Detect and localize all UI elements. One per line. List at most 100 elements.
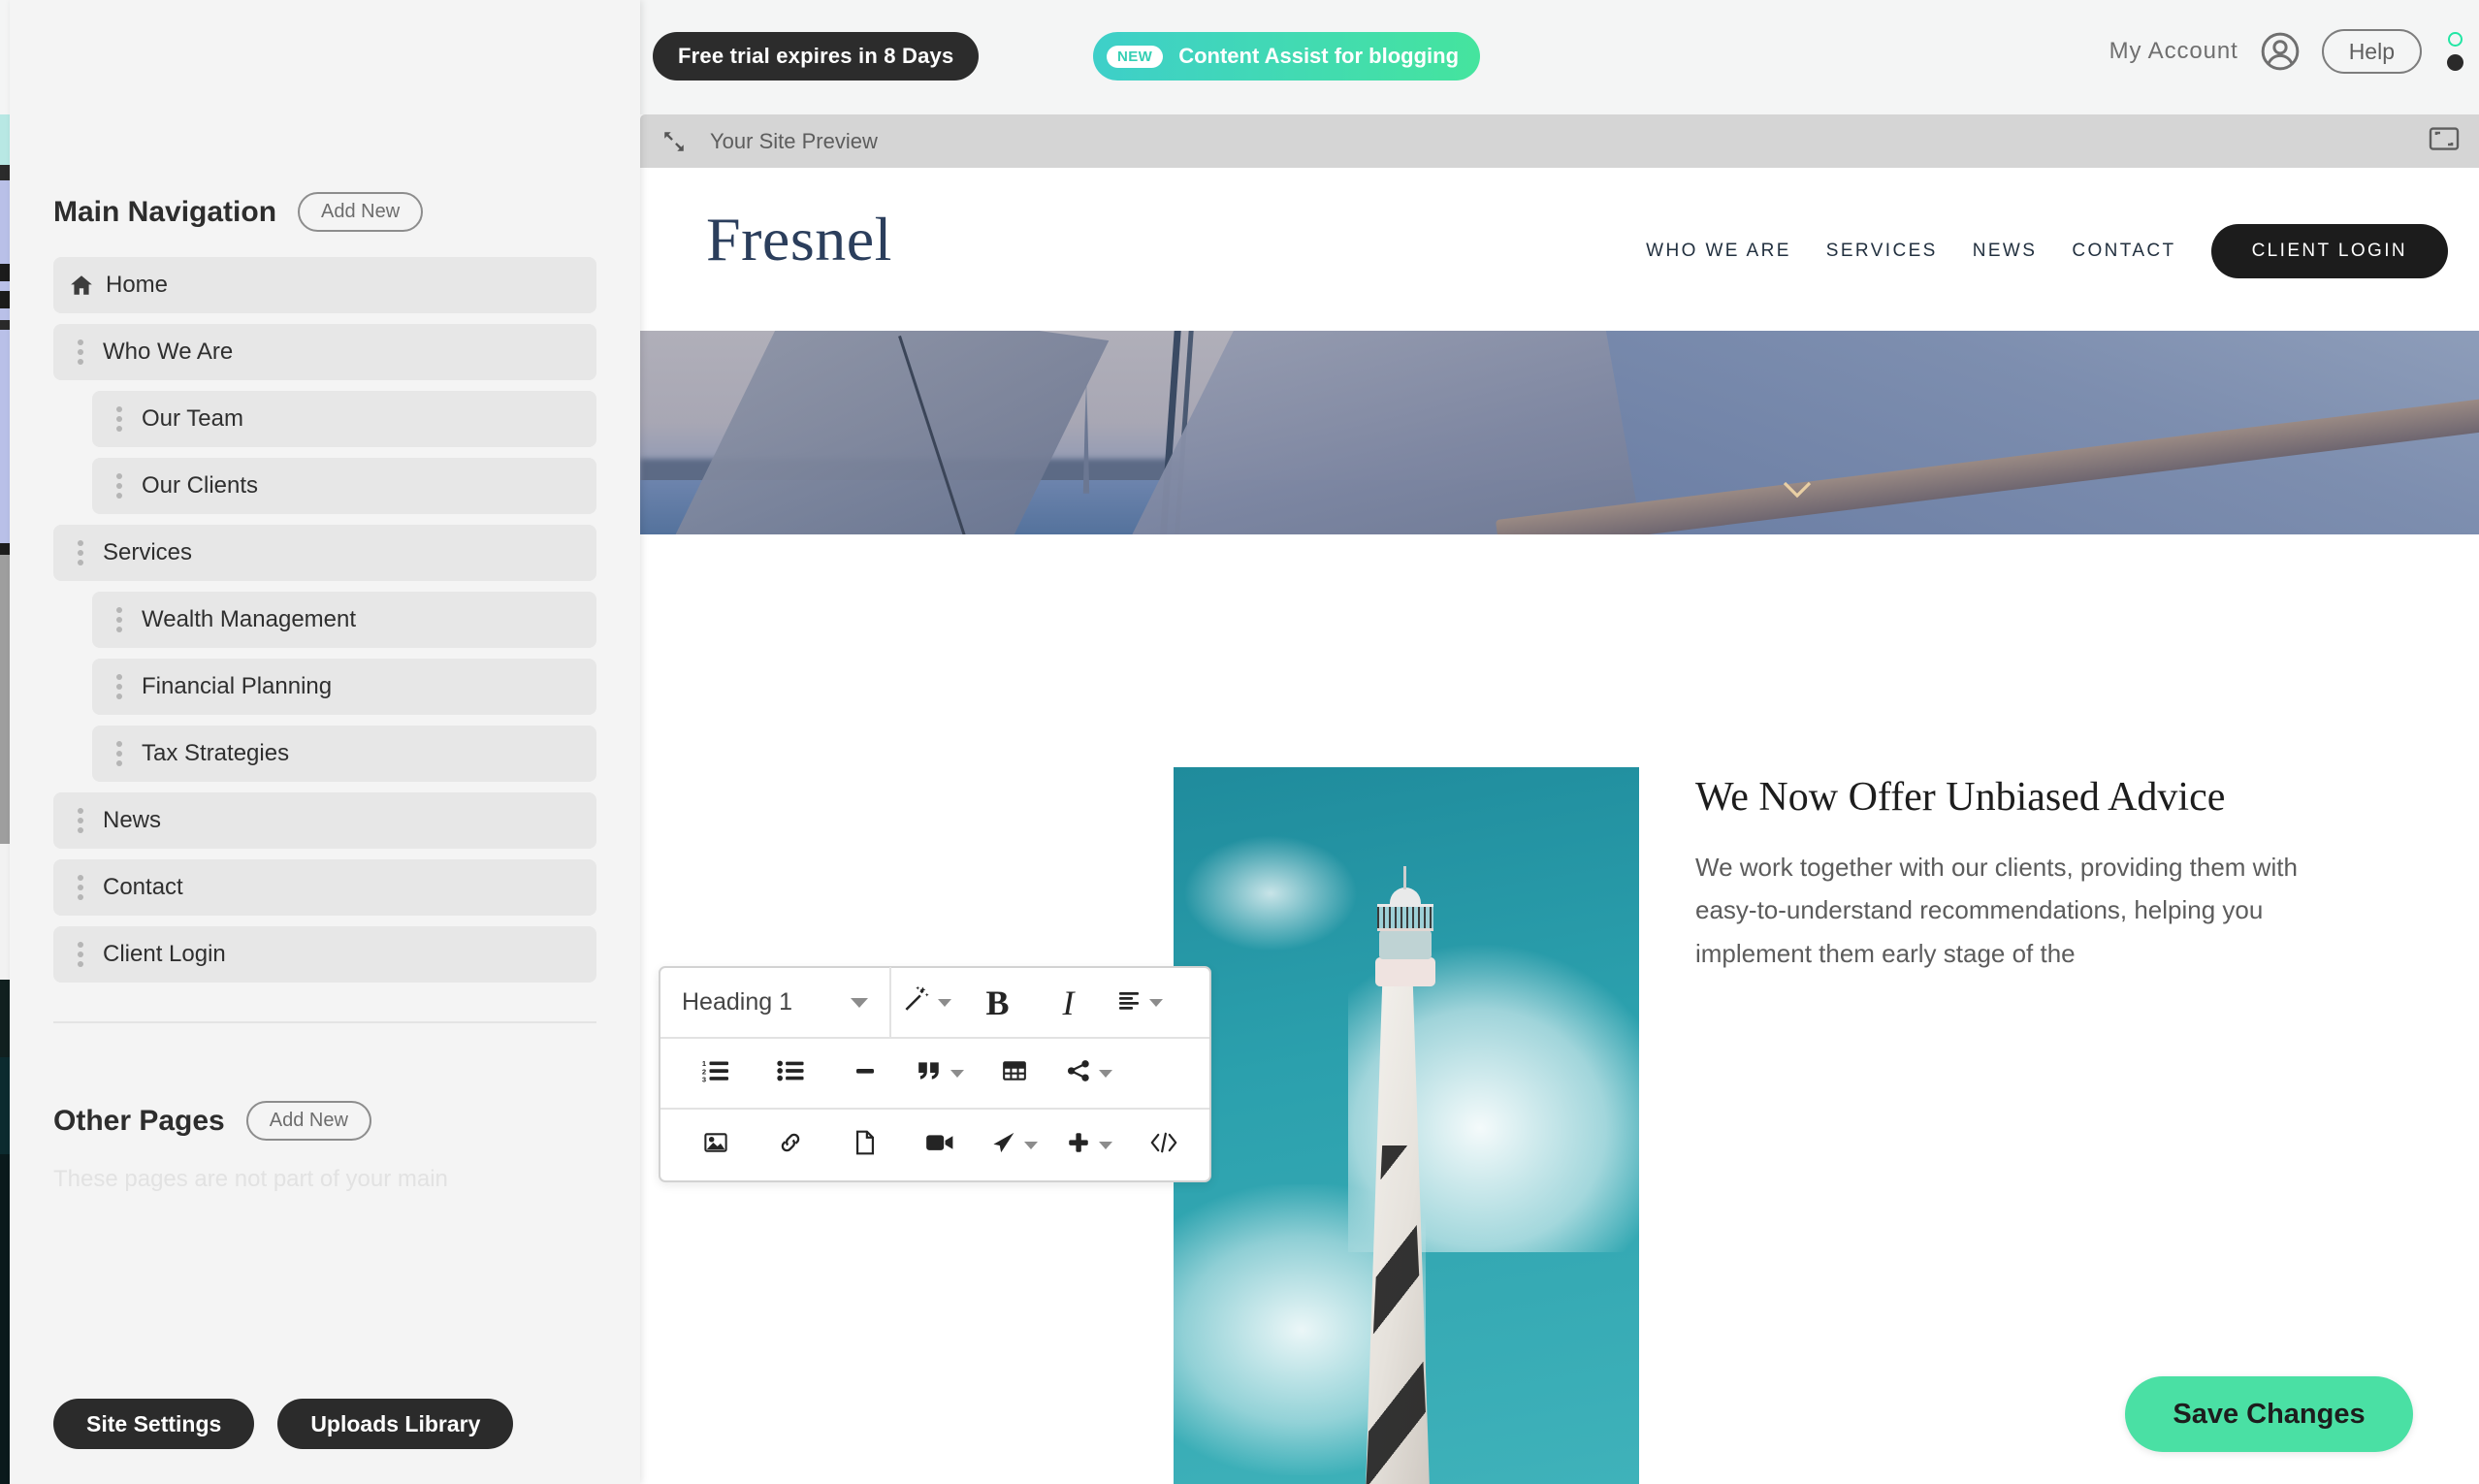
site-nav-link-services[interactable]: SERVICES (1809, 241, 1955, 262)
magic-wand-button[interactable] (891, 967, 962, 1038)
lighthouse-gallery-upper (1379, 930, 1432, 959)
preview-toolbar: Your Site Preview (640, 114, 2479, 168)
save-changes-button[interactable]: Save Changes (2125, 1376, 2413, 1452)
heading-style-select[interactable]: Heading 1 (660, 967, 891, 1038)
drag-handle-icon[interactable] (105, 406, 134, 432)
site-header: Fresnel WHO WE ARE SERVICES NEWS CONTACT CLI… (640, 168, 2479, 331)
align-left-icon (1115, 988, 1143, 1016)
chevron-down-icon (938, 998, 951, 1007)
lighthouse-railing (1377, 904, 1433, 931)
insert-image-button[interactable] (680, 1110, 751, 1180)
client-login-button[interactable]: CLIENT LOGIN (2210, 224, 2448, 278)
drag-handle-icon[interactable] (105, 473, 134, 499)
image-icon (702, 1130, 729, 1160)
lighthouse-image[interactable] (1174, 767, 1639, 1484)
chevron-down-icon[interactable] (1783, 481, 1812, 499)
insert-more-button[interactable] (1053, 1110, 1124, 1180)
horizontal-rule-button[interactable] (829, 1038, 900, 1109)
sidebar-item-our-clients[interactable]: Our Clients (92, 458, 596, 514)
drag-handle-icon[interactable] (105, 741, 134, 766)
my-account-label[interactable]: My Account (2109, 38, 2238, 65)
bullet-list-button[interactable] (755, 1038, 825, 1109)
send-button[interactable] (979, 1110, 1049, 1180)
drag-handle-icon[interactable] (66, 339, 95, 365)
sidebar-item-label: Financial Planning (142, 673, 333, 699)
sidebar-item-label: Our Team (142, 405, 243, 432)
site-nav-link-news[interactable]: NEWS (1955, 241, 2055, 262)
toolbar-row-formatting: Heading 1 B I (660, 967, 1209, 1039)
add-new-main-nav-button[interactable]: Add New (298, 192, 424, 232)
section-heading[interactable]: We Now Offer Unbiased Advice (1695, 772, 2355, 824)
content-assist-promo-banner[interactable]: NEW Content Assist for blogging (1093, 32, 1481, 81)
sidebar-item-wealth-management[interactable]: Wealth Management (92, 592, 596, 648)
sidebar-divider (53, 1021, 596, 1023)
sidebar-item-client-login[interactable]: Client Login (53, 926, 596, 983)
insert-link-button[interactable] (755, 1110, 825, 1180)
sidebar-item-our-team[interactable]: Our Team (92, 391, 596, 447)
fullscreen-icon[interactable] (2429, 126, 2460, 156)
free-trial-badge[interactable]: Free trial expires in 8 Days (653, 32, 980, 81)
site-nav-link-who-we-are[interactable]: WHO WE ARE (1628, 241, 1809, 262)
source-code-button[interactable] (1128, 1110, 1199, 1180)
table-button[interactable] (979, 1038, 1049, 1109)
status-dot-icon (2447, 54, 2463, 71)
drag-handle-icon[interactable] (66, 540, 95, 565)
sidebar-footer-actions: Site Settings Uploads Library (53, 1399, 514, 1449)
sidebar-item-who-we-are[interactable]: Who We Are (53, 324, 596, 380)
section-paragraph[interactable]: We work together with our clients, provi… (1695, 846, 2355, 976)
svg-text:3: 3 (701, 1075, 705, 1083)
drag-handle-icon[interactable] (66, 875, 95, 900)
site-preview-panel: Your Site Preview Fresnel WHO WE ARE SERV… (640, 114, 2479, 1484)
drag-handle-icon[interactable] (66, 808, 95, 833)
video-icon (925, 1131, 954, 1159)
pages-sidebar: Main Navigation Add New Home Who We Are Ou… (10, 0, 640, 1484)
text-align-button[interactable] (1104, 967, 1175, 1038)
drag-handle-icon[interactable] (66, 942, 95, 967)
file-icon (853, 1129, 878, 1161)
sidebar-item-news[interactable]: News (53, 792, 596, 849)
uploads-library-button[interactable]: Uploads Library (277, 1399, 514, 1449)
collapse-arrows-icon[interactable] (661, 129, 687, 154)
sidebar-item-contact[interactable]: Contact (53, 859, 596, 916)
sidebar-item-home[interactable]: Home (53, 257, 596, 313)
ordered-list-button[interactable]: 1 2 3 (680, 1038, 751, 1109)
sidebar-item-tax-strategies[interactable]: Tax Strategies (92, 726, 596, 782)
background-window-sliver (0, 0, 10, 1484)
new-badge: NEW (1107, 45, 1164, 68)
table-icon (1001, 1058, 1028, 1088)
sidebar-item-label: Tax Strategies (142, 740, 290, 766)
drag-handle-icon[interactable] (105, 674, 134, 699)
lighthouse-spire (1403, 866, 1406, 889)
sidebar-item-services[interactable]: Services (53, 525, 596, 581)
content-text-column: We Now Offer Unbiased Advice We work tog… (1695, 772, 2355, 976)
help-button[interactable]: Help (2321, 29, 2422, 74)
site-settings-button[interactable]: Site Settings (53, 1399, 255, 1449)
bold-button[interactable]: B (962, 967, 1033, 1038)
add-new-other-pages-button[interactable]: Add New (245, 1101, 371, 1141)
send-icon (990, 1130, 1017, 1160)
unordered-list-icon (776, 1058, 805, 1088)
status-ring-icon (2448, 32, 2463, 47)
blockquote-button[interactable] (904, 1038, 975, 1109)
site-nav-link-contact[interactable]: CONTACT (2054, 241, 2193, 262)
insert-file-button[interactable] (829, 1110, 900, 1180)
share-button[interactable] (1053, 1038, 1124, 1109)
sidebar-item-label: Our Clients (142, 472, 259, 499)
promo-text: Content Assist for blogging (1178, 44, 1460, 68)
cloud-top (1183, 835, 1358, 952)
drag-handle-icon[interactable] (105, 607, 134, 632)
other-pages-note: These pages are not part of your main (53, 1166, 448, 1192)
insert-video-button[interactable] (904, 1110, 975, 1180)
italic-button[interactable]: I (1033, 967, 1104, 1038)
account-avatar-icon[interactable] (2260, 31, 2301, 72)
chevron-down-icon (1149, 998, 1163, 1007)
sidebar-item-label: Client Login (103, 941, 226, 967)
notification-indicator-group[interactable] (2447, 32, 2463, 71)
share-icon (1065, 1058, 1092, 1088)
site-preview-canvas: Fresnel WHO WE ARE SERVICES NEWS CONTACT CLI… (640, 168, 2479, 1484)
site-logo[interactable]: Fresnel (706, 204, 892, 275)
chevron-down-icon (1099, 1141, 1112, 1149)
other-pages-title: Other Pages (53, 1104, 225, 1137)
lighthouse-gallery-lower (1375, 957, 1435, 986)
sidebar-item-financial-planning[interactable]: Financial Planning (92, 659, 596, 715)
